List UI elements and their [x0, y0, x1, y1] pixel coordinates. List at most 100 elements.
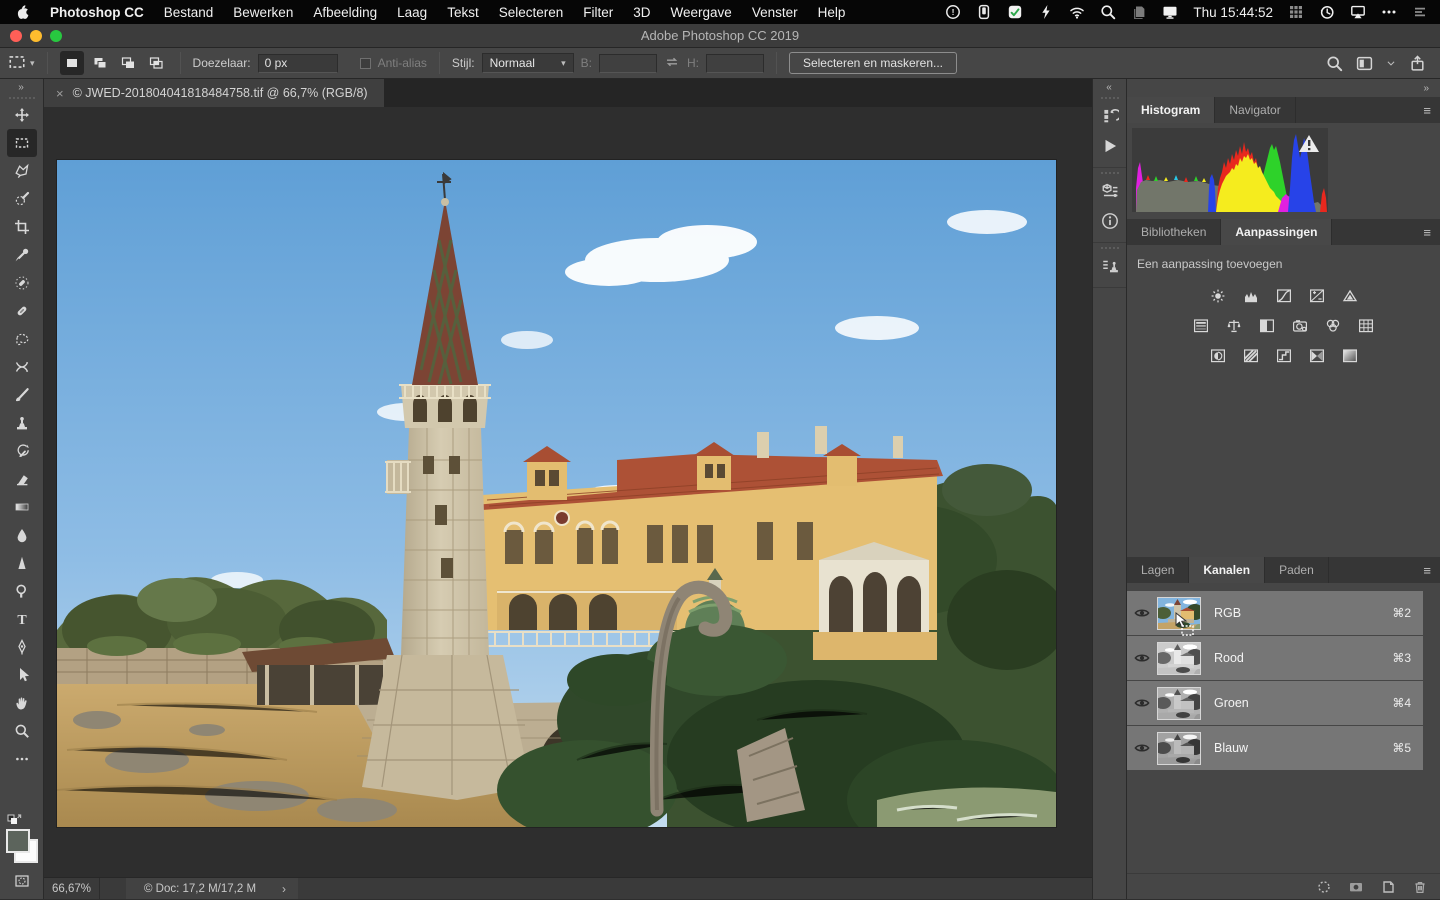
- hand-tool[interactable]: [7, 689, 37, 717]
- hue-saturation-icon[interactable]: [1189, 316, 1213, 335]
- default-colors-swap[interactable]: [7, 811, 37, 825]
- zoom-level-field[interactable]: 66,67%: [44, 878, 100, 899]
- visibility-eye-icon[interactable]: [1127, 650, 1157, 666]
- style-select[interactable]: Normaal ▾: [482, 53, 574, 73]
- actions-panel-icon[interactable]: [1096, 131, 1124, 161]
- color-lookup-icon[interactable]: [1354, 316, 1378, 335]
- menu-item-bewerken[interactable]: Bewerken: [223, 0, 303, 24]
- stack-icon[interactable]: [1131, 4, 1147, 20]
- document-tab[interactable]: × © JWED-201804041818484758.tif @ 66,7% …: [44, 79, 384, 107]
- new-selection-icon[interactable]: [60, 51, 84, 75]
- panel-menu-icon[interactable]: ≡: [1423, 557, 1440, 583]
- healing-brush-tool[interactable]: [7, 297, 37, 325]
- collapse-panels-button[interactable]: »: [1127, 79, 1440, 97]
- flash-app-icon[interactable]: [1038, 4, 1054, 20]
- checkmark-app-icon[interactable]: [1007, 4, 1023, 20]
- close-window-button[interactable]: [10, 30, 22, 42]
- channels-tab-paden[interactable]: Paden: [1265, 557, 1329, 583]
- expand-panels-button[interactable]: «: [1106, 79, 1113, 93]
- wifi-icon[interactable]: [1069, 4, 1085, 20]
- clone-source-panel-icon[interactable]: [1096, 251, 1124, 281]
- intersect-selection-icon[interactable]: [144, 51, 168, 75]
- channel-thumbnail[interactable]: [1157, 732, 1201, 765]
- quick-selection-tool[interactable]: [7, 185, 37, 213]
- channels-tab-lagen[interactable]: Lagen: [1127, 557, 1189, 583]
- menu-item-weergave[interactable]: Weergave: [661, 0, 742, 24]
- properties-panel-icon[interactable]: [1096, 176, 1124, 206]
- swap-dimensions-icon[interactable]: [664, 54, 680, 73]
- info-panel-icon[interactable]: [1096, 206, 1124, 236]
- select-and-mask-button[interactable]: Selecteren en maskeren...: [789, 52, 957, 74]
- close-tab-icon[interactable]: ×: [56, 86, 64, 101]
- history-brush-tool[interactable]: [7, 437, 37, 465]
- display-icon[interactable]: [1162, 4, 1178, 20]
- path-selection-tool[interactable]: [7, 661, 37, 689]
- search-icon[interactable]: [1326, 55, 1343, 72]
- more-dots-icon[interactable]: [1381, 4, 1397, 20]
- menu-item-filter[interactable]: Filter: [573, 0, 623, 24]
- channels-tab-kanalen[interactable]: Kanalen: [1189, 557, 1265, 583]
- posterize-icon[interactable]: [1239, 346, 1263, 365]
- gradient-map-icon[interactable]: [1305, 346, 1329, 365]
- channel-row-rood[interactable]: Rood ⌘3: [1127, 636, 1423, 680]
- apple-icon[interactable]: [12, 4, 40, 20]
- quick-mask-icon[interactable]: [7, 867, 37, 895]
- color-swatches[interactable]: [5, 829, 39, 863]
- histogram-tab-histogram[interactable]: Histogram: [1127, 97, 1215, 123]
- channel-row-blauw[interactable]: Blauw ⌘5: [1127, 726, 1423, 770]
- tool-preset-button[interactable]: ▾: [8, 53, 35, 74]
- sharpen-tool[interactable]: [7, 549, 37, 577]
- airplay-icon[interactable]: [1350, 4, 1366, 20]
- eraser-tool[interactable]: [7, 465, 37, 493]
- vibrance-icon[interactable]: [1338, 286, 1362, 305]
- histogram-tab-navigator[interactable]: Navigator: [1215, 97, 1295, 123]
- feather-input[interactable]: 0 px: [258, 54, 338, 73]
- visibility-eye-icon[interactable]: [1127, 695, 1157, 711]
- save-selection-icon[interactable]: [1348, 879, 1364, 895]
- adjustments-tab-bibliotheken[interactable]: Bibliotheken: [1127, 219, 1221, 245]
- brush-tool[interactable]: [7, 381, 37, 409]
- zoom-window-button[interactable]: [50, 30, 62, 42]
- dodge-tool[interactable]: [7, 577, 37, 605]
- chevron-down-icon[interactable]: [1386, 58, 1396, 68]
- list-icon[interactable]: [1412, 4, 1428, 20]
- minimize-window-button[interactable]: [30, 30, 42, 42]
- marquee-tool[interactable]: [7, 129, 37, 157]
- move-tool[interactable]: [7, 101, 37, 129]
- selective-color-icon[interactable]: [1338, 346, 1362, 365]
- workspace-icon[interactable]: [1356, 55, 1373, 72]
- zoom-tool[interactable]: [7, 717, 37, 745]
- menu-item-help[interactable]: Help: [808, 0, 856, 24]
- phone-app-icon[interactable]: [976, 4, 992, 20]
- spot-healing-tool[interactable]: [7, 269, 37, 297]
- spotlight-icon[interactable]: [1100, 4, 1116, 20]
- load-selection-icon[interactable]: [1316, 879, 1332, 895]
- menu-item-afbeelding[interactable]: Afbeelding: [303, 0, 387, 24]
- menu-item-laag[interactable]: Laag: [387, 0, 437, 24]
- patch-tool[interactable]: [7, 325, 37, 353]
- content-aware-move-tool[interactable]: [7, 353, 37, 381]
- exposure-icon[interactable]: [1305, 286, 1329, 305]
- share-icon[interactable]: [1409, 55, 1426, 72]
- document-info[interactable]: © Doc: 17,2 M/17,2 M ›: [126, 878, 298, 899]
- foreground-color-swatch[interactable]: [6, 829, 30, 853]
- channel-row-groen[interactable]: Groen ⌘4: [1127, 681, 1423, 725]
- onepassword-icon[interactable]: !: [945, 4, 961, 20]
- toolbar-collapse-button[interactable]: »: [18, 79, 25, 93]
- pen-tool[interactable]: [7, 633, 37, 661]
- channel-thumbnail[interactable]: [1157, 687, 1201, 720]
- gradient-tool[interactable]: [7, 493, 37, 521]
- threshold-icon[interactable]: [1272, 346, 1296, 365]
- height-input[interactable]: [706, 54, 764, 73]
- channel-mixer-icon[interactable]: [1321, 316, 1345, 335]
- black-white-icon[interactable]: [1255, 316, 1279, 335]
- subtract-selection-icon[interactable]: [116, 51, 140, 75]
- menu-item-3d[interactable]: 3D: [623, 0, 660, 24]
- invert-icon[interactable]: [1206, 346, 1230, 365]
- menu-clock[interactable]: Thu 15:44:52: [1193, 5, 1273, 20]
- add-selection-icon[interactable]: [88, 51, 112, 75]
- clone-stamp-tool[interactable]: [7, 409, 37, 437]
- menu-item-bestand[interactable]: Bestand: [154, 0, 224, 24]
- levels-icon[interactable]: [1239, 286, 1263, 305]
- menu-item-tekst[interactable]: Tekst: [437, 0, 489, 24]
